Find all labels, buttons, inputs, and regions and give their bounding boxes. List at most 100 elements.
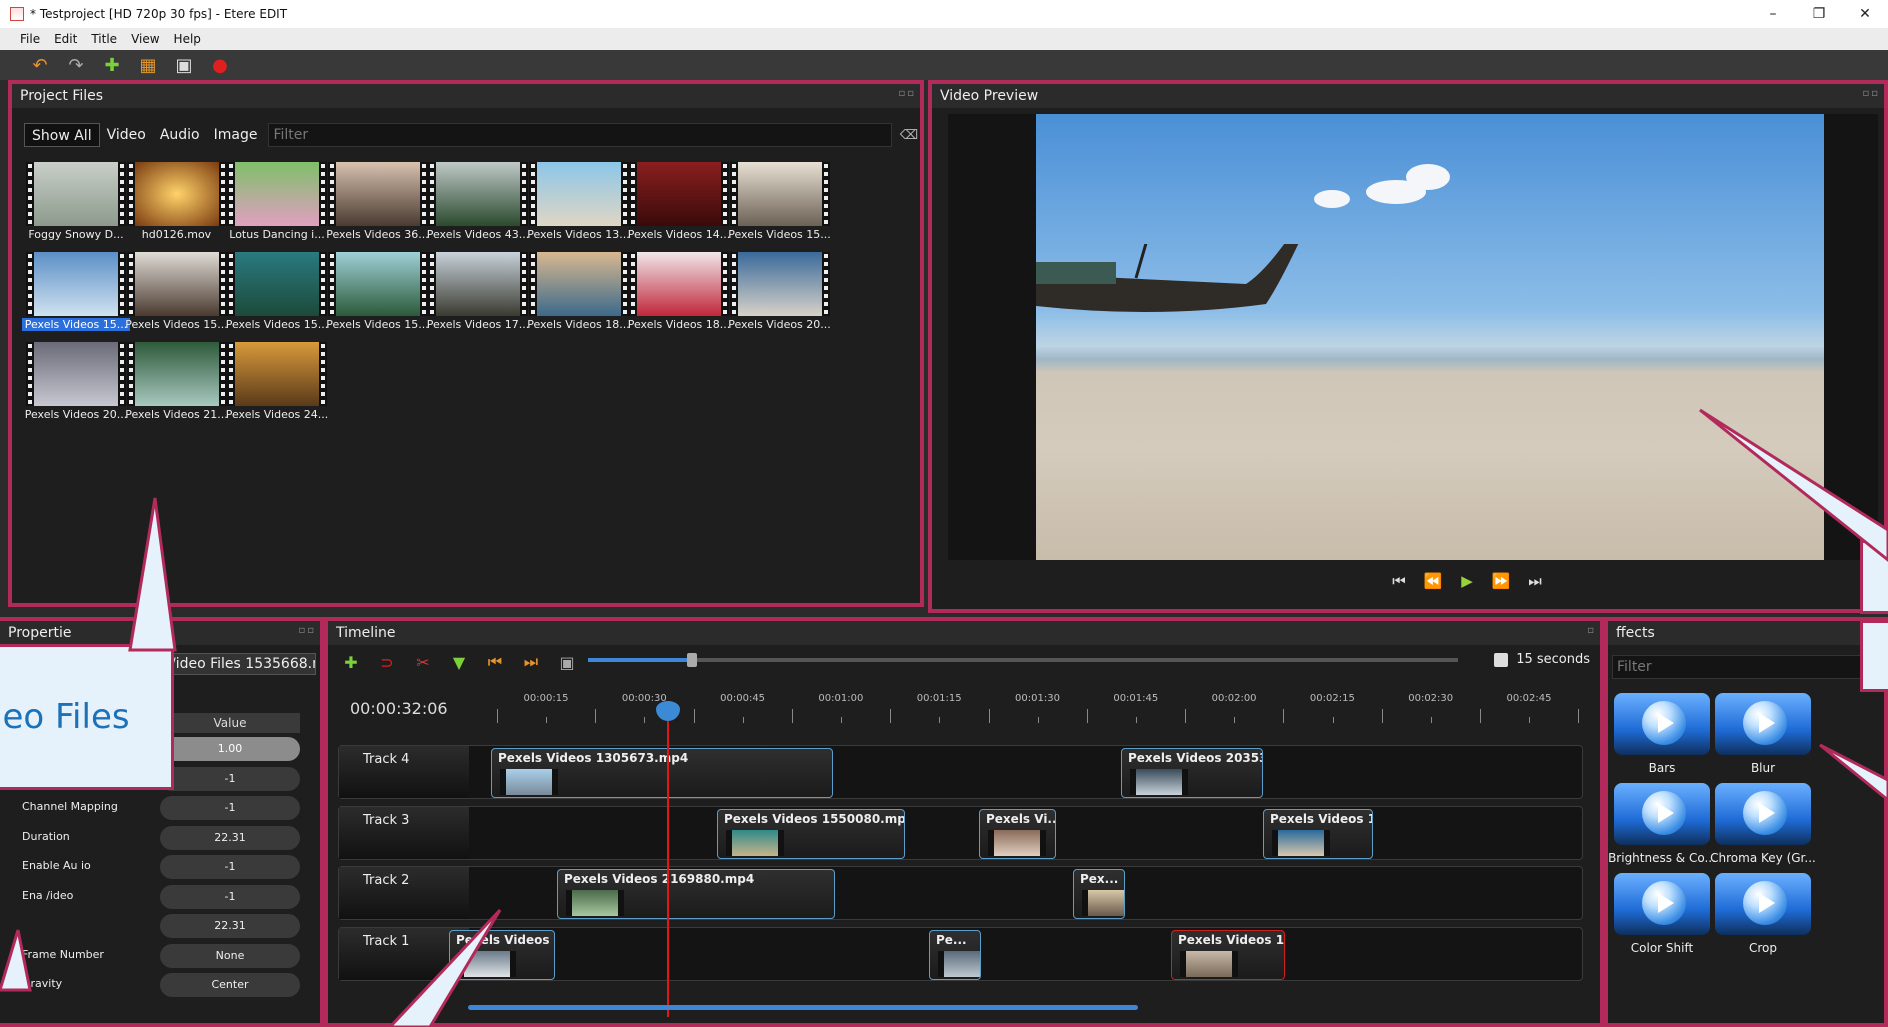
- project-file-item[interactable]: Pexels Videos 18...: [527, 252, 630, 340]
- timeline-track[interactable]: Track 2 Pexels Videos 2169880.mp4 Pex...: [338, 866, 1583, 920]
- project-file-item[interactable]: hd0126.mov: [126, 162, 227, 250]
- project-file-item[interactable]: Pexels Videos 15...: [728, 162, 831, 250]
- property-value[interactable]: -1: [160, 855, 300, 879]
- property-value[interactable]: 1.00: [160, 737, 300, 761]
- property-value[interactable]: -1: [160, 766, 300, 791]
- tab-audio[interactable]: Audio: [153, 123, 207, 147]
- razor-icon[interactable]: ✂: [414, 653, 432, 672]
- tab-video[interactable]: Video: [100, 123, 153, 147]
- add-file-icon[interactable]: ✚: [102, 55, 122, 76]
- close-button[interactable]: ✕: [1842, 0, 1888, 28]
- timeline-track[interactable]: Track 1Pexels Videos ...Pe...Pexels Vide…: [338, 926, 1583, 981]
- timeline-clip[interactable]: Pe...: [929, 929, 981, 980]
- zoom-slider[interactable]: [588, 653, 1458, 667]
- menu-help[interactable]: Help: [174, 32, 201, 46]
- record-icon[interactable]: ●: [210, 55, 230, 76]
- property-row[interactable]: Gravity Center: [12, 971, 312, 999]
- playhead[interactable]: [656, 701, 680, 1017]
- minimize-button[interactable]: –: [1750, 0, 1796, 28]
- project-file-item[interactable]: Pexels Videos 43...: [427, 162, 529, 250]
- timeline-track[interactable]: Track 4 Pexels Videos 1305673.mp4 Pexels V…: [338, 745, 1583, 799]
- next-marker-icon[interactable]: ⏭: [522, 652, 540, 672]
- rewind-icon[interactable]: ⏪: [1423, 572, 1443, 590]
- clip-selector-dropdown[interactable]: /ideo Files 1535668.mp4: [160, 653, 316, 675]
- tab-show-all[interactable]: Show All: [24, 123, 100, 147]
- timeline-track[interactable]: Track 3 Pexels Videos 1550080.mp4 Pexels V…: [338, 805, 1583, 860]
- project-file-item[interactable]: Pexels Videos 17...: [427, 252, 529, 340]
- timeline-clip[interactable]: Pexels Videos 2169880.mp4: [557, 869, 835, 919]
- effect-item[interactable]: Bars: [1612, 693, 1712, 783]
- timeline-clip[interactable]: Pexels Videos ...: [449, 929, 555, 980]
- menu-file[interactable]: File: [20, 32, 40, 46]
- project-file-item[interactable]: Pexels Videos 24...: [226, 342, 328, 430]
- property-row[interactable]: 22.31: [12, 912, 312, 940]
- effect-item[interactable]: Crop: [1713, 873, 1813, 963]
- dock-controls[interactable]: ▫▫: [298, 625, 316, 636]
- effect-item[interactable]: Chroma Key (Gr...: [1710, 783, 1816, 873]
- menu-view[interactable]: View: [131, 32, 159, 46]
- property-row[interactable]: Enable Au io -1: [12, 853, 312, 881]
- project-file-item[interactable]: Pexels Videos 15...: [22, 252, 130, 340]
- redo-icon[interactable]: ↷: [66, 55, 86, 76]
- timeline-clip[interactable]: Pexels Videos 1305673.mp4: [491, 748, 833, 798]
- project-file-item[interactable]: Pexels Videos 18...: [628, 252, 730, 340]
- previous-marker-icon[interactable]: ⏮: [486, 652, 504, 672]
- menu-edit[interactable]: Edit: [54, 32, 77, 46]
- project-file-item[interactable]: Pexels Videos 20...: [728, 252, 831, 340]
- skip-end-icon[interactable]: ⏭: [1525, 572, 1545, 590]
- export-icon[interactable]: ▣: [174, 55, 194, 76]
- timeline-clip[interactable]: Pexels Videos 2035391...: [1121, 748, 1263, 798]
- menu-title[interactable]: Title: [91, 32, 117, 46]
- add-track-icon[interactable]: ✚: [342, 653, 360, 672]
- dock-controls[interactable]: ▫▫: [1862, 88, 1880, 99]
- project-file-item[interactable]: Pexels Videos 20...: [25, 342, 127, 430]
- timeline-clip[interactable]: Pexels Vi...: [979, 808, 1056, 859]
- file-thumbnail: [26, 162, 126, 226]
- effect-preview-icon: [1715, 693, 1811, 755]
- dock-controls[interactable]: ▫: [1587, 625, 1596, 636]
- property-value[interactable]: -1: [160, 884, 300, 909]
- play-icon[interactable]: ▶: [1457, 572, 1477, 590]
- skip-start-icon[interactable]: ⏮: [1389, 572, 1409, 590]
- project-file-item[interactable]: Lotus Dancing i...: [227, 162, 327, 250]
- zoom-slider-handle[interactable]: [687, 653, 698, 667]
- tab-image[interactable]: Image: [207, 123, 265, 147]
- film-icon[interactable]: ▦: [138, 55, 158, 76]
- project-file-item[interactable]: Pexels Videos 15...: [326, 252, 429, 340]
- property-row[interactable]: Ena /ideo -1: [12, 883, 312, 911]
- add-marker-icon[interactable]: ▼: [450, 653, 468, 672]
- property-value[interactable]: Center: [160, 973, 300, 997]
- effects-filter-input[interactable]: Filter: [1612, 655, 1874, 679]
- property-row[interactable]: Channel Mapping -1: [12, 794, 312, 822]
- timeline-clip[interactable]: Pexels Videos 1550080.mp4: [717, 808, 905, 859]
- effect-item[interactable]: Blur: [1713, 693, 1813, 783]
- dock-controls[interactable]: ▫▫: [898, 88, 916, 99]
- project-file-item[interactable]: Pexels Videos 21...: [125, 342, 228, 430]
- property-value[interactable]: None: [160, 943, 300, 968]
- effect-item[interactable]: Brightness & Co...: [1608, 783, 1716, 873]
- maximize-button[interactable]: ❐: [1796, 0, 1842, 28]
- project-filter-input[interactable]: Filter: [268, 123, 892, 147]
- timeline-clip[interactable]: Pex...: [1073, 869, 1125, 919]
- property-row[interactable]: Frame Number None: [12, 942, 312, 970]
- timeline-ruler[interactable]: 00:00:15 00:00:30 00:00:45 00:01:00 00:01:15…: [468, 687, 1629, 727]
- snap-icon[interactable]: ⊃: [378, 653, 396, 672]
- zoom-icon[interactable]: ▣: [558, 653, 576, 672]
- property-row[interactable]: Duration 22.31: [12, 824, 312, 852]
- project-file-item[interactable]: Pexels Videos 15...: [125, 252, 228, 340]
- project-file-item[interactable]: Pexels Videos 14...: [628, 162, 730, 250]
- property-value[interactable]: 22.31: [160, 914, 300, 938]
- clear-filter-icon[interactable]: ⌫: [898, 128, 920, 143]
- undo-icon[interactable]: ↶: [30, 55, 50, 76]
- timeline-scrollbar[interactable]: [468, 1005, 1138, 1010]
- property-value[interactable]: 22.31: [160, 825, 300, 850]
- project-file-item[interactable]: Pexels Videos 15...: [226, 252, 328, 340]
- project-file-item[interactable]: Pexels Videos 36...: [326, 162, 429, 250]
- effect-item[interactable]: Color Shift: [1612, 873, 1712, 963]
- timeline-clip[interactable]: Pexels Videos 1823: [1263, 808, 1373, 859]
- project-file-item[interactable]: Pexels Videos 13...: [527, 162, 630, 250]
- timeline-clip[interactable]: Pexels Videos 15...: [1171, 929, 1285, 980]
- fast-forward-icon[interactable]: ⏩: [1491, 572, 1511, 590]
- property-value[interactable]: -1: [160, 796, 300, 820]
- project-file-item[interactable]: Foggy Snowy D...: [26, 162, 126, 250]
